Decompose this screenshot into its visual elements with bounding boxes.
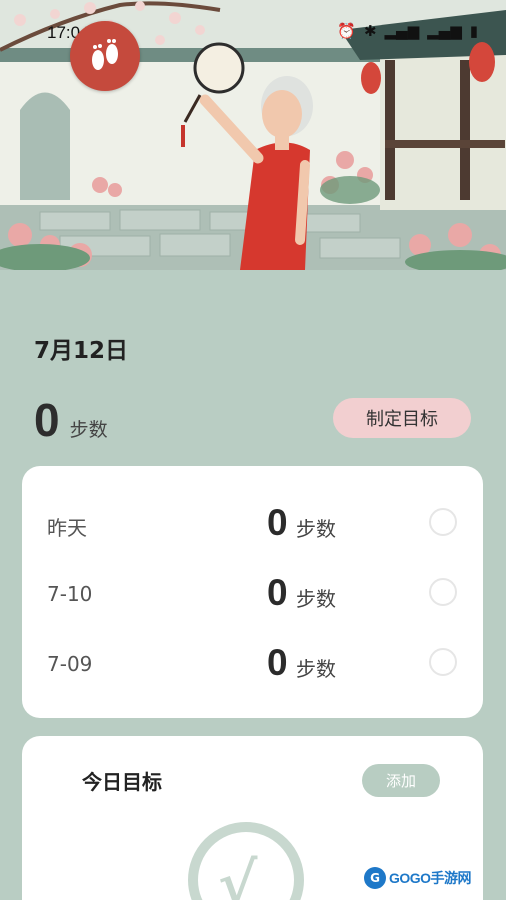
check-icon: √ [218,850,258,900]
status-bar: 17:04 ⏰ ✱ ▂▄▆ ▂▄▆ ▮ [0,0,506,42]
history-row[interactable]: 7-09 0 步数 [22,640,483,690]
history-steps: 0 [267,502,288,543]
bluetooth-icon: ✱ [363,22,377,40]
history-label: 昨天 [47,516,87,540]
app-logo[interactable] [70,21,140,91]
today-steps: 0 步数 [34,393,108,447]
today-date: 7月12日 [34,338,129,364]
signal-5g-icon: ▂▄▆ [384,22,420,40]
history-radio[interactable] [429,648,457,676]
history-unit: 步数 [296,657,336,681]
goal-title: 今日目标 [82,770,162,794]
history-radio[interactable] [429,508,457,536]
today-steps-unit: 步数 [69,419,108,441]
history-label: 7-09 [47,652,93,676]
history-row[interactable]: 7-10 0 步数 [22,570,483,620]
alarm-icon: ⏰ [337,22,356,40]
set-goal-button[interactable]: 制定目标 [333,398,471,438]
history-steps: 0 [267,572,288,613]
watermark: G GOGO手游网 [364,866,472,890]
history-row[interactable]: 昨天 0 步数 [22,500,483,550]
history-radio[interactable] [429,578,457,606]
history-card: 昨天 0 步数 7-10 0 步数 7-09 0 步数 [22,466,483,718]
today-steps-value: 0 [34,394,60,446]
battery-icon: ▮ [469,22,478,40]
signal-5g-icon: ▂▄▆ [427,22,462,40]
status-icons: ⏰ ✱ ▂▄▆ ▂▄▆ ▮ [337,22,478,40]
watermark-logo-icon: G [364,867,386,889]
history-steps: 0 [267,642,288,683]
history-unit: 步数 [296,587,336,611]
add-goal-button[interactable]: 添加 [362,764,440,797]
history-label: 7-10 [47,582,93,606]
watermark-text: GOGO手游网 [389,870,472,886]
history-unit: 步数 [296,517,336,541]
footprints-icon [92,39,118,70]
